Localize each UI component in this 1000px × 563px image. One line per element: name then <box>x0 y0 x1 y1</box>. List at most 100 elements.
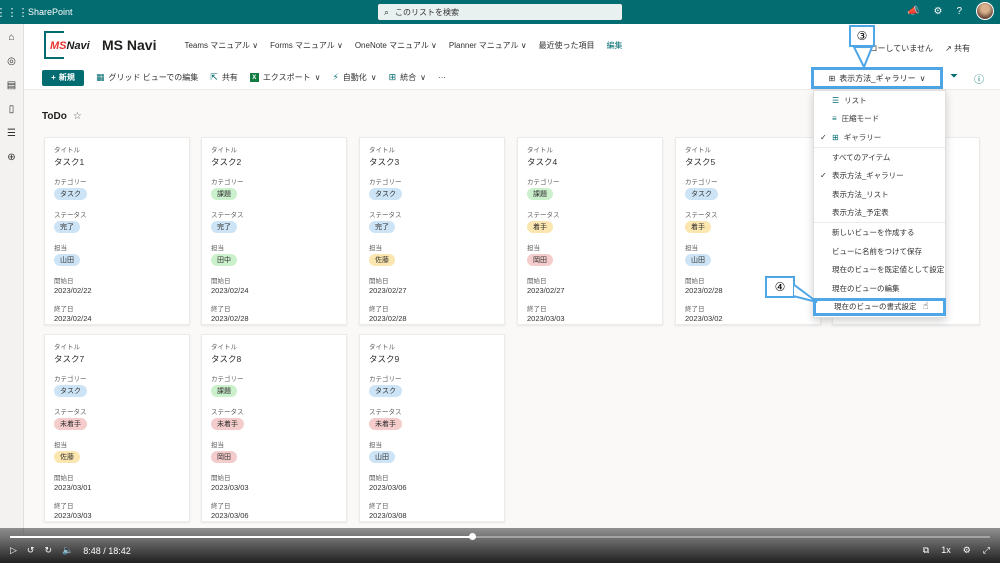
home-icon[interactable]: ⌂ <box>8 32 14 43</box>
view-selector[interactable]: ⊞ 表示方法_ギャラリー ∨ <box>811 67 943 89</box>
progress-knob[interactable] <box>468 533 476 540</box>
status-pill: 未着手 <box>369 418 402 430</box>
gallery-card[interactable]: タイトル タスク7 カテゴリー タスク ステータス 未着手 担当 佐藤 開始日 2023/03/0… <box>44 334 190 522</box>
automate-button[interactable]: ⚡ 自動化 ∨ <box>332 72 376 83</box>
captions-icon[interactable]: ⧉ <box>923 545 929 556</box>
filter-icon[interactable]: ⏷ <box>950 71 958 86</box>
card-title: タスク7 <box>54 354 85 364</box>
favorite-star-icon[interactable]: ☆ <box>73 111 82 122</box>
add-icon[interactable]: ⊕ <box>7 152 15 163</box>
assignee-pill: 岡田 <box>527 254 553 266</box>
check-icon: ✓ <box>820 132 827 142</box>
export-button[interactable]: X エクスポート ∨ <box>249 72 320 83</box>
status-pill: 完了 <box>54 221 80 233</box>
nav-teams[interactable]: Teams マニュアル ∨ <box>184 40 258 51</box>
end-date: 2023/03/06 <box>211 511 249 520</box>
rewind-icon[interactable]: ↺ <box>27 545 35 556</box>
app-launcher-icon[interactable]: ⋮⋮⋮ <box>0 0 29 24</box>
menu-item-set-default-view[interactable]: 現在のビューを既定値として設定 <box>814 260 945 279</box>
video-controls-right: ⧉ 1x ⚙ ⤢ <box>923 545 990 556</box>
share-button[interactable]: ⇱ 共有 <box>210 72 238 83</box>
start-date: 2023/02/22 <box>54 286 92 295</box>
nav-onenote[interactable]: OneNote マニュアル ∨ <box>355 40 437 51</box>
megaphone-icon[interactable]: 📣 <box>907 6 919 17</box>
gallery-icon: ⊞ <box>832 132 839 142</box>
video-controls-left: ▷ ↺ ↻ 🔈 8:48 / 18:42 <box>10 545 131 556</box>
nav-recent[interactable]: 最近使った項目 <box>539 40 595 51</box>
globe-icon[interactable]: ◎ <box>7 56 16 67</box>
site-logo[interactable]: MSNavi <box>44 31 92 59</box>
menu-item-save-view-as[interactable]: ビューに名前をつけて保存 <box>814 242 945 261</box>
fullscreen-icon[interactable]: ⤢ <box>983 545 990 556</box>
chevron-down-icon: ∨ <box>919 73 926 83</box>
field-label: 担当 <box>211 442 224 449</box>
menu-item-list-layout[interactable]: ☰ リスト <box>814 91 945 110</box>
gallery-card[interactable]: タイトル タスク1 カテゴリー タスク ステータス 完了 担当 山田 開始日 2023/02/22… <box>44 137 190 325</box>
settings-icon[interactable]: ⚙ <box>963 545 971 556</box>
menu-item-compact-layout[interactable]: ≡ 圧縮モード <box>814 110 945 129</box>
start-date: 2023/03/06 <box>369 483 407 492</box>
info-icon[interactable]: ⓘ <box>974 71 984 86</box>
nav-edit[interactable]: 編集 <box>607 40 623 51</box>
search-input[interactable]: ⌕ このリストを検索 <box>378 4 622 20</box>
menu-item-create-view[interactable]: 新しいビューを作成する <box>814 223 945 242</box>
file-icon[interactable]: ▯ <box>9 104 15 115</box>
avatar[interactable] <box>976 2 994 20</box>
gallery-card[interactable]: タイトル タスク2 カテゴリー 課題 ステータス 完了 担当 田中 開始日 2023/02/24 終… <box>201 137 347 325</box>
help-icon[interactable]: ? <box>956 6 962 17</box>
forward-icon[interactable]: ↻ <box>44 545 52 556</box>
share-icon: ⇱ <box>210 72 218 82</box>
end-date: 2023/03/03 <box>527 314 565 323</box>
card-title: タスク1 <box>54 157 85 167</box>
field-label: カテゴリー <box>685 179 718 186</box>
list-icon: ☰ <box>832 95 840 105</box>
gallery-card[interactable]: タイトル タスク9 カテゴリー タスク ステータス 未着手 担当 山田 開始日 2023/03/0… <box>359 334 505 522</box>
gallery-card[interactable]: タイトル タスク8 カテゴリー 課題 ステータス 未着手 担当 岡田 開始日 2023/03/03… <box>201 334 347 522</box>
field-label: カテゴリー <box>369 376 402 383</box>
menu-item-view-calendar[interactable]: 表示方法_予定表 <box>814 204 945 223</box>
more-button[interactable]: ··· <box>438 73 446 82</box>
brand-name[interactable]: SharePoint <box>28 7 73 17</box>
field-label: タイトル <box>685 147 711 154</box>
share-site-button[interactable]: ↗ 共有 <box>945 43 970 54</box>
gallery-card[interactable]: タイトル タスク4 カテゴリー 課題 ステータス 着手 担当 岡田 開始日 2023/02/27 終… <box>517 137 663 325</box>
field-label: 終了日 <box>211 503 231 510</box>
play-icon[interactable]: ▷ <box>10 545 17 556</box>
start-date: 2023/03/01 <box>54 483 92 492</box>
site-title[interactable]: MS Navi <box>102 37 156 53</box>
nav-planner[interactable]: Planner マニュアル ∨ <box>449 40 527 51</box>
integrate-button[interactable]: ⊞ 統合 ∨ <box>389 72 426 83</box>
start-date: 2023/02/27 <box>369 286 407 295</box>
new-button[interactable]: + 新規 <box>42 69 84 86</box>
menu-item-view-gallery[interactable]: ✓ 表示方法_ギャラリー <box>814 166 945 185</box>
gear-icon[interactable]: ⚙ <box>933 6 942 17</box>
field-label: タイトル <box>211 147 237 154</box>
nav-forms[interactable]: Forms マニュアル ∨ <box>270 40 343 51</box>
volume-icon[interactable]: 🔈 <box>62 545 73 556</box>
suite-actions: 📣 ⚙ ? <box>907 2 994 20</box>
callout-pointer-4 <box>793 282 818 303</box>
field-label: カテゴリー <box>211 179 244 186</box>
pointer-cursor-icon: ☝ <box>922 301 929 313</box>
start-date: 2023/02/24 <box>211 286 249 295</box>
check-icon: ✓ <box>820 171 827 181</box>
status-pill: 未着手 <box>54 418 87 430</box>
field-label: 開始日 <box>369 278 389 285</box>
status-pill: 着手 <box>527 221 553 233</box>
gallery-card[interactable]: タイトル タスク3 カテゴリー タスク ステータス 完了 担当 佐藤 開始日 2023/02/27… <box>359 137 505 325</box>
category-pill: タスク <box>369 188 402 200</box>
callout-pointer-3 <box>852 47 874 67</box>
video-progress-bar[interactable] <box>10 533 990 540</box>
menu-item-gallery-layout[interactable]: ✓ ⊞ ギャラリー <box>814 128 945 147</box>
grid-edit-button[interactable]: ▦ グリッド ビューでの編集 <box>96 72 198 83</box>
field-label: 担当 <box>54 442 67 449</box>
menu-item-format-view[interactable]: 現在のビューの書式設定 ☝ <box>813 297 946 317</box>
menu-item-view-list[interactable]: 表示方法_リスト <box>814 185 945 204</box>
menu-item-all-items[interactable]: すべてのアイテム <box>814 148 945 167</box>
speed-button[interactable]: 1x <box>941 545 951 556</box>
menu-item-edit-view[interactable]: 現在のビューの編集 <box>814 279 945 298</box>
category-pill: タスク <box>54 385 87 397</box>
field-label: 開始日 <box>54 278 74 285</box>
news-icon[interactable]: ▤ <box>7 80 16 91</box>
list-icon[interactable]: ☰ <box>7 128 16 139</box>
